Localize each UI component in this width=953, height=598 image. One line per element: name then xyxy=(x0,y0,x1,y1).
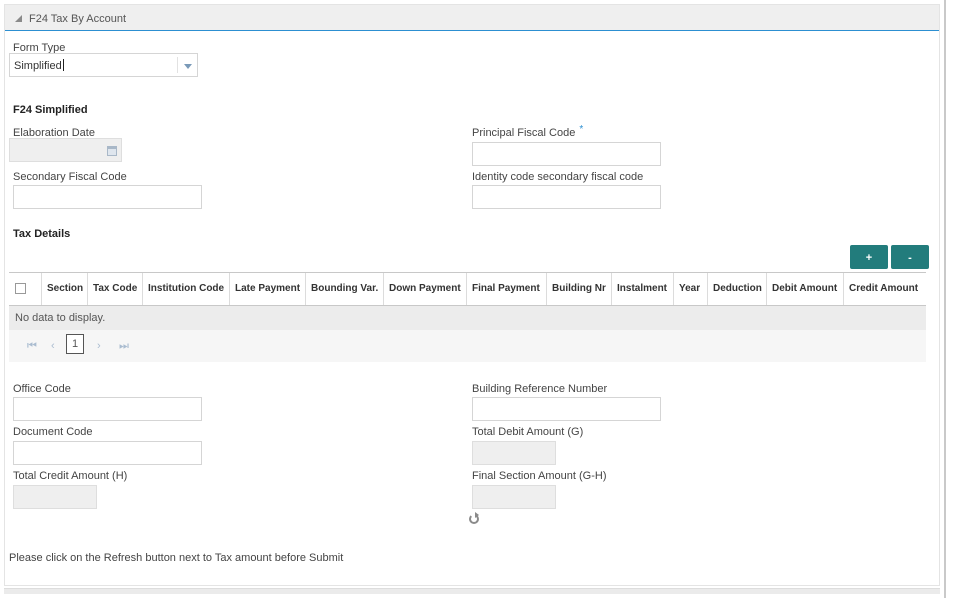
total-debit-amount-label: Total Debit Amount (G) xyxy=(472,426,584,438)
select-divider xyxy=(177,57,178,73)
empty-grid-message: No data to display. xyxy=(9,306,926,330)
add-row-button[interactable]: + xyxy=(850,245,888,269)
col-instalment[interactable]: Instalment xyxy=(611,273,673,305)
section-title-f24-simplified: F24 Simplified xyxy=(13,104,88,116)
total-credit-amount-field xyxy=(13,485,97,509)
col-year[interactable]: Year xyxy=(673,273,707,305)
next-panel-edge xyxy=(4,588,940,594)
total-credit-amount-label: Total Credit Amount (H) xyxy=(13,470,128,482)
grid-pager: ⏮ ‹ 1 › ⏭ xyxy=(9,330,926,362)
col-tax-code[interactable]: Tax Code xyxy=(87,273,142,305)
col-credit-amount[interactable]: Credit Amount xyxy=(843,273,926,305)
col-bounding-var[interactable]: Bounding Var. xyxy=(305,273,383,305)
section-title-tax-details: Tax Details xyxy=(13,228,71,240)
form-type-select[interactable]: Simplified xyxy=(9,53,198,77)
remove-row-button[interactable]: - xyxy=(891,245,929,269)
building-reference-number-input[interactable] xyxy=(472,397,661,421)
col-section[interactable]: Section xyxy=(41,273,87,305)
document-code-label: Document Code xyxy=(13,426,93,438)
principal-fiscal-code-label: Principal Fiscal Code * xyxy=(472,124,584,139)
grid-header: Section Tax Code Institution Code Late P… xyxy=(9,272,926,306)
office-code-label: Office Code xyxy=(13,383,71,395)
secondary-fiscal-code-label: Secondary Fiscal Code xyxy=(13,171,127,183)
identity-code-secondary-input[interactable] xyxy=(472,185,661,209)
office-code-input[interactable] xyxy=(13,397,202,421)
select-all-cell xyxy=(9,273,41,305)
elaboration-date-field[interactable] xyxy=(9,138,122,162)
col-deduction[interactable]: Deduction xyxy=(707,273,766,305)
final-section-amount-field xyxy=(472,485,556,509)
first-page-icon[interactable]: ⏮ xyxy=(27,340,37,353)
final-section-amount-label: Final Section Amount (G-H) xyxy=(472,470,607,482)
chevron-down-icon[interactable] xyxy=(184,64,192,69)
next-page-icon[interactable]: › xyxy=(97,340,101,352)
col-institution-code[interactable]: Institution Code xyxy=(142,273,229,305)
identity-code-secondary-label: Identity code secondary fiscal code xyxy=(472,171,644,183)
tax-details-grid: Section Tax Code Institution Code Late P… xyxy=(9,272,926,362)
col-debit-amount[interactable]: Debit Amount xyxy=(766,273,843,305)
required-marker: * xyxy=(579,124,584,135)
last-page-icon[interactable]: ⏭ xyxy=(119,340,129,353)
secondary-fiscal-code-input[interactable] xyxy=(13,185,202,209)
col-late-payment[interactable]: Late Payment xyxy=(229,273,305,305)
col-final-payment[interactable]: Final Payment xyxy=(466,273,546,305)
current-page[interactable]: 1 xyxy=(66,334,84,354)
total-debit-amount-field xyxy=(472,441,556,465)
col-down-payment[interactable]: Down Payment xyxy=(383,273,466,305)
principal-fiscal-code-input[interactable] xyxy=(472,142,661,166)
collapse-triangle-icon[interactable] xyxy=(15,15,22,22)
prev-page-icon[interactable]: ‹ xyxy=(51,340,55,352)
col-building-nr[interactable]: Building Nr xyxy=(546,273,611,305)
panel-header[interactable]: F24 Tax By Account xyxy=(5,5,939,31)
window-edge xyxy=(944,0,946,598)
building-reference-number-label: Building Reference Number xyxy=(472,383,608,395)
form-type-value: Simplified xyxy=(14,59,64,72)
document-code-input[interactable] xyxy=(13,441,202,465)
panel-title: F24 Tax By Account xyxy=(29,13,127,25)
select-all-checkbox[interactable] xyxy=(15,283,26,294)
calendar-icon[interactable] xyxy=(107,146,117,156)
refresh-instruction-note: Please click on the Refresh button next … xyxy=(9,552,344,564)
refresh-icon[interactable] xyxy=(469,512,479,524)
